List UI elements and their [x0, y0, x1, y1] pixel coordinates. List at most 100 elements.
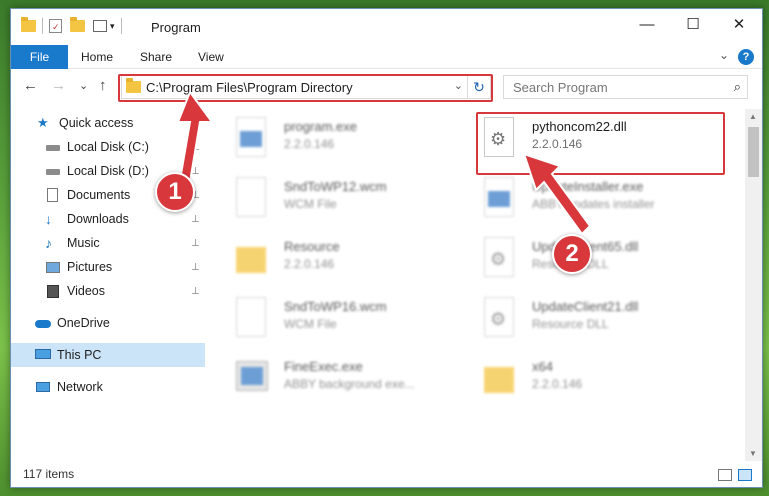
file-detail: ABBY background exe... [284, 377, 415, 391]
file-detail: WCM File [284, 317, 337, 331]
sidebar-item-label: Music [67, 236, 100, 250]
large-icons-view-icon[interactable] [738, 469, 752, 481]
file-item[interactable]: x64 2.2.0.146 [474, 353, 714, 403]
sidebar-item-label: Local Disk (D:) [67, 164, 149, 178]
forward-button[interactable]: → [51, 77, 66, 94]
file-detail: 2.2.0.146 [284, 137, 335, 151]
file-item[interactable]: Resource 2.2.0.146 [226, 233, 466, 283]
file-detail: WCM File [284, 197, 337, 211]
minimize-button[interactable]: — [624, 9, 670, 39]
blank-file-icon [234, 297, 268, 339]
details-view-icon[interactable] [718, 469, 732, 481]
window-title: Program [151, 20, 201, 35]
ribbon-tabs: File Home Share View ⌄ ? [11, 45, 762, 69]
tab-home[interactable]: Home [81, 50, 113, 64]
file-name: SndToWP12.wcm [284, 179, 387, 194]
dll-gear-icon: ⚙ [482, 297, 516, 339]
file-item[interactable]: program.exe 2.2.0.146 [226, 113, 466, 163]
customize-toolbar-dropdown-icon[interactable]: ▾ [110, 21, 115, 32]
scroll-thumb[interactable] [748, 127, 759, 177]
callout-arrow-two [522, 152, 592, 236]
sidebar-item-label: OneDrive [57, 316, 110, 330]
file-detail: 2.2.0.146 [284, 257, 335, 271]
tab-share[interactable]: Share [140, 50, 172, 64]
file-name: SndToWP16.wcm [284, 299, 387, 314]
navigation-bar: ← → ⌄ ↑ C:\Program Files\Program Directo… [11, 71, 762, 102]
sidebar-item-label: Local Disk (C:) [67, 140, 149, 154]
sidebar-item-label: Downloads [67, 212, 129, 226]
customize-view-icon[interactable] [93, 20, 107, 32]
sidebar-item-onedrive[interactable]: OneDrive [11, 311, 205, 335]
file-name: FineExec.exe [284, 359, 363, 374]
dll-gear-icon: ⚙ [482, 237, 516, 279]
sidebar-item-videos[interactable]: Videos ⊥ [11, 279, 205, 303]
pc-icon [35, 348, 51, 362]
sidebar-item-label: Documents [67, 188, 131, 202]
status-bar: 117 items [11, 461, 762, 487]
title-bar: ✓ ▾ Program — ☐ ✕ [11, 9, 762, 45]
pin-icon[interactable]: ⊥ [191, 286, 200, 297]
file-item[interactable]: FineExec.exe ABBY background exe... [226, 353, 466, 403]
divider [120, 18, 122, 34]
sidebar-item-label: Videos [67, 284, 105, 298]
divider [42, 18, 43, 34]
sidebar-item-pictures[interactable]: Pictures ⊥ [11, 255, 205, 279]
folder-icon [482, 357, 516, 399]
pin-icon[interactable]: ⊥ [191, 262, 200, 273]
search-icon[interactable]: ⌕ [734, 79, 741, 95]
item-count: 117 items [23, 467, 75, 481]
pin-icon[interactable]: ⊥ [191, 214, 200, 225]
tab-file[interactable]: File [11, 45, 68, 69]
pin-icon[interactable]: ⊥ [191, 238, 200, 249]
callout-badge-one: 1 [155, 172, 195, 212]
pictures-icon [45, 260, 61, 274]
folder-icon [234, 237, 268, 279]
recent-locations-button[interactable]: ⌄ [79, 79, 88, 92]
sidebar-item-this-pc[interactable]: This PC [11, 343, 205, 367]
new-folder-icon[interactable] [70, 17, 85, 32]
callout-badge-two: 2 [552, 234, 592, 274]
drive-icon [45, 140, 61, 154]
music-icon: ♪ [45, 235, 52, 251]
file-item[interactable]: ⚙ UpdateClient21.dll Resource DLL [474, 293, 714, 343]
videos-icon [45, 284, 61, 298]
sidebar-item-label: This PC [57, 348, 102, 362]
help-icon[interactable]: ? [738, 49, 754, 65]
properties-icon[interactable]: ✓ [49, 19, 62, 33]
blank-file-icon [234, 177, 268, 219]
download-icon: ↓ [45, 211, 52, 227]
folder-icon[interactable] [21, 17, 36, 32]
tab-view[interactable]: View [198, 50, 224, 64]
maximize-button[interactable]: ☐ [670, 9, 716, 39]
file-name: Resource [284, 239, 340, 254]
window-controls: — ☐ ✕ [624, 9, 762, 39]
view-toggle [718, 469, 752, 481]
file-name: program.exe [284, 119, 357, 134]
quick-access-toolbar: ✓ ▾ [21, 17, 128, 34]
file-detail: Resource DLL [532, 317, 609, 331]
file-item[interactable]: SndToWP16.wcm WCM File [226, 293, 466, 343]
sidebar-item-label: Pictures [67, 260, 113, 274]
sidebar-item-label: Network [57, 380, 103, 394]
file-item[interactable]: SndToWP12.wcm WCM File [226, 173, 466, 223]
file-name: x64 [532, 359, 553, 374]
exe-icon [482, 177, 516, 219]
sidebar-item-label: Quick access [59, 116, 134, 130]
vertical-scrollbar[interactable]: ▲ ▼ [745, 109, 762, 461]
exe-icon [234, 357, 268, 399]
scroll-down-icon[interactable]: ▼ [749, 449, 757, 458]
sidebar-item-network[interactable]: Network [11, 375, 205, 399]
documents-icon [45, 188, 61, 202]
up-button[interactable]: ↑ [99, 77, 107, 94]
back-button[interactable]: ← [23, 77, 38, 94]
star-icon: ★ [37, 115, 49, 130]
search-box[interactable]: Search Program ⌕ [503, 75, 748, 99]
explorer-window: ✓ ▾ Program — ☐ ✕ File Home Share View ⌄… [10, 8, 763, 488]
expand-ribbon-icon[interactable]: ⌄ [719, 48, 729, 62]
scroll-up-icon[interactable]: ▲ [749, 112, 757, 121]
exe-icon [234, 117, 268, 159]
close-button[interactable]: ✕ [716, 9, 762, 39]
sidebar-item-music[interactable]: ♪ Music ⊥ [11, 231, 205, 255]
file-detail: 2.2.0.146 [532, 377, 583, 391]
search-placeholder: Search Program [513, 79, 608, 95]
